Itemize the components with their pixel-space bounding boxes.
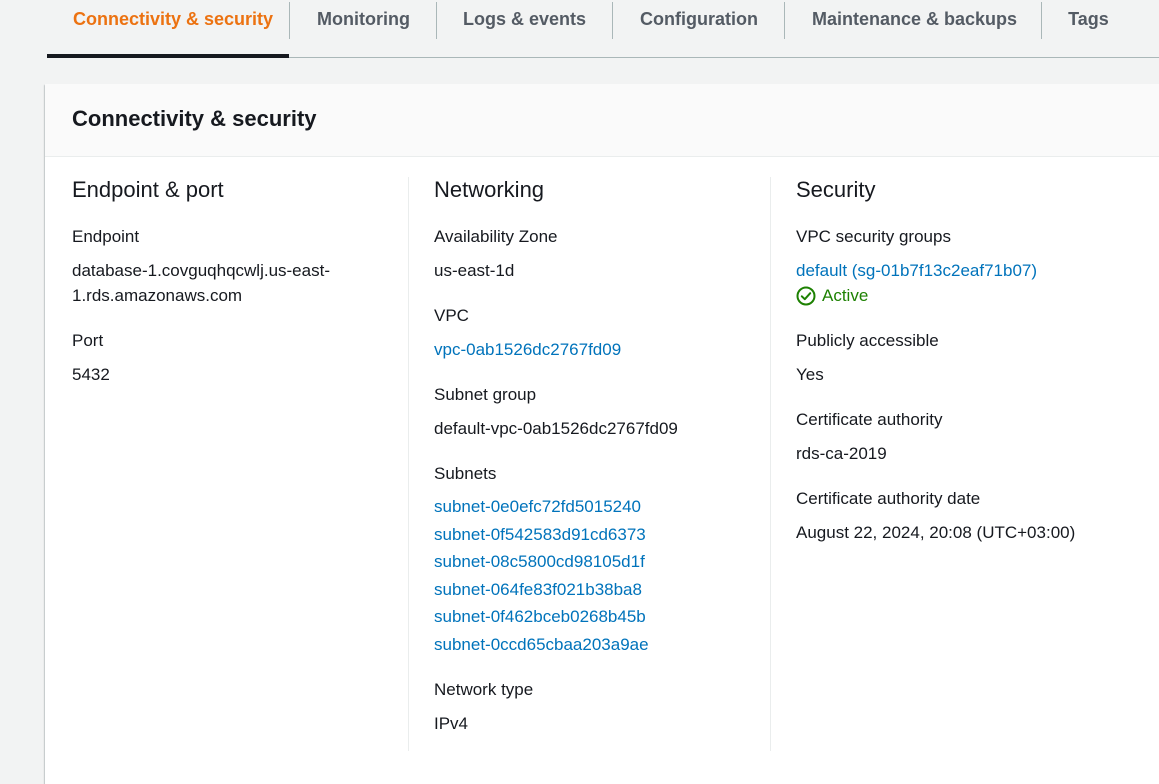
subnet-link[interactable]: subnet-0f462bceb0268b45b xyxy=(434,603,769,631)
endpoint-value-line2: 1.rds.amazonaws.com xyxy=(72,286,243,305)
port-field: Port 5432 xyxy=(72,331,407,387)
status-text: Active xyxy=(822,286,869,305)
vpc-link[interactable]: vpc-0ab1526dc2767fd09 xyxy=(434,337,769,362)
port-label: Port xyxy=(72,331,104,350)
connectivity-security-panel: Connectivity & security Endpoint & port … xyxy=(45,84,1159,784)
tab-connectivity-security[interactable]: Connectivity & security xyxy=(47,0,289,58)
security-group-status: Active xyxy=(796,283,1156,308)
tab-configuration[interactable]: Configuration xyxy=(613,0,784,57)
network-type-field: Network type IPv4 xyxy=(434,680,769,736)
subnet-link[interactable]: subnet-08c5800cd98105d1f xyxy=(434,548,769,576)
column-divider xyxy=(770,177,771,751)
endpoint-label: Endpoint xyxy=(72,227,140,246)
availability-zone-label: Availability Zone xyxy=(434,227,558,246)
vpc-field: VPC vpc-0ab1526dc2767fd09 xyxy=(434,306,769,362)
vpc-label: VPC xyxy=(434,306,469,325)
column-divider xyxy=(408,177,409,751)
panel-header: Connectivity & security xyxy=(45,84,1159,157)
availability-zone-value: us-east-1d xyxy=(434,261,515,280)
security-groups-label: VPC security groups xyxy=(796,227,951,246)
panel-title: Connectivity & security xyxy=(72,106,317,131)
certificate-authority-field: Certificate authority rds-ca-2019 xyxy=(796,410,1156,466)
subnet-link[interactable]: subnet-0ccd65cbaa203a9ae xyxy=(434,631,769,659)
tab-tags[interactable]: Tags xyxy=(1042,0,1109,57)
certificate-authority-value: rds-ca-2019 xyxy=(796,444,887,463)
subnet-group-label: Subnet group xyxy=(434,385,537,404)
endpoint-port-column: Endpoint & port Endpoint database-1.covg… xyxy=(72,177,407,410)
tab-maintenance-backups[interactable]: Maintenance & backups xyxy=(785,0,1041,57)
networking-title: Networking xyxy=(434,177,545,202)
subnet-link[interactable]: subnet-064fe83f021b38ba8 xyxy=(434,576,769,604)
security-column: Security VPC security groups default (sg… xyxy=(796,177,1156,568)
security-title: Security xyxy=(796,177,876,202)
security-groups-field: VPC security groups default (sg-01b7f13c… xyxy=(796,227,1156,308)
tab-bar: Connectivity & security Monitoring Logs … xyxy=(47,0,1159,58)
certificate-authority-date-value: August 22, 2024, 20:08 (UTC+03:00) xyxy=(796,523,1076,542)
subnet-link[interactable]: subnet-0e0efc72fd5015240 xyxy=(434,493,769,521)
network-type-value: IPv4 xyxy=(434,713,469,733)
port-value: 5432 xyxy=(72,365,110,384)
certificate-authority-date-label: Certificate authority date xyxy=(796,489,981,508)
check-circle-icon xyxy=(796,286,816,305)
publicly-accessible-label: Publicly accessible xyxy=(796,331,939,350)
certificate-authority-label: Certificate authority xyxy=(796,410,943,429)
publicly-accessible-value: Yes xyxy=(796,365,824,384)
endpoint-port-title: Endpoint & port xyxy=(72,177,224,202)
availability-zone-field: Availability Zone us-east-1d xyxy=(434,227,769,283)
endpoint-field: Endpoint database-1.covguqhqcwlj.us-east… xyxy=(72,227,407,308)
security-group-link[interactable]: default (sg-01b7f13c2eaf71b07) xyxy=(796,258,1156,283)
subnet-group-value: default-vpc-0ab1526dc2767fd09 xyxy=(434,419,678,438)
tab-logs-events[interactable]: Logs & events xyxy=(437,0,612,57)
endpoint-value-line1: database-1.covguqhqcwlj.us-east- xyxy=(72,261,330,280)
endpoint-value[interactable]: database-1.covguqhqcwlj.us-east- 1.rds.a… xyxy=(72,258,407,308)
subnet-group-field: Subnet group default-vpc-0ab1526dc2767fd… xyxy=(434,385,769,441)
certificate-authority-date-field: Certificate authority date August 22, 20… xyxy=(796,489,1156,545)
subnets-field: Subnets subnet-0e0efc72fd5015240 subnet-… xyxy=(434,464,769,659)
tab-monitoring[interactable]: Monitoring xyxy=(290,0,436,57)
subnet-link[interactable]: subnet-0f542583d91cd6373 xyxy=(434,521,769,549)
publicly-accessible-field: Publicly accessible Yes xyxy=(796,331,1156,387)
subnets-label: Subnets xyxy=(434,464,497,483)
network-type-label: Network type xyxy=(434,679,534,699)
networking-column: Networking Availability Zone us-east-1d … xyxy=(434,177,769,759)
